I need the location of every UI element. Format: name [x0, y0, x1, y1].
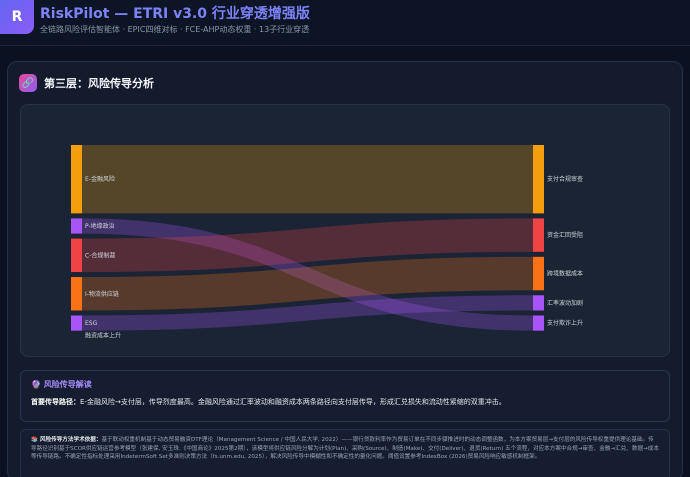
- sankey-label-source-0: E-金融风险: [85, 175, 115, 183]
- sankey-label-source-3: I-物流供应链: [85, 290, 119, 298]
- sankey-label-source-1: P-地缘政治: [85, 222, 115, 230]
- sankey-node-target-1[interactable]: [533, 218, 544, 252]
- sankey-chart: E-金融风险 P-地缘政治 C-合规制裁 I-物流供应链 ESG 支付合规审查资金汇回受阻…: [71, 145, 583, 340]
- sankey-node-source-1[interactable]: [71, 218, 82, 234]
- theory-text: 基于联动权重机制基于动态贸易融资DTF理论（Management Science…: [31, 437, 659, 461]
- sankey-label-target-0: 支付合规审查: [547, 175, 583, 183]
- interpretation-lead: 首要传导路径：: [31, 398, 80, 406]
- app-subtitle: 全链路风险评估智能体 · EPIC四维对标 · FCE-AHP动态权重 · 13…: [40, 25, 310, 34]
- interpretation-title: 🔮 风险传导解读: [31, 380, 92, 389]
- sankey-node-source-0[interactable]: [71, 145, 82, 214]
- app-title: RiskPilot — ETRI v3.0 行业穿透增强版: [40, 6, 310, 22]
- app-header: R RiskPilot — ETRI v3.0 行业穿透增强版 全链路风险评估智…: [0, 0, 690, 46]
- sankey-label-target-3: 汇率波动加剧: [547, 299, 583, 307]
- sankey-node-source-3[interactable]: [71, 277, 82, 311]
- sankey-link-0: [82, 145, 533, 214]
- theory-lead: 📚 风险传导方法学术依据：: [31, 437, 102, 443]
- interpretation-box: 🔮 风险传导解读 首要传导路径：E-金融风险→支付层，传导烈度最高。金融风险通过…: [20, 370, 670, 422]
- sankey-node-source-4[interactable]: [71, 315, 82, 331]
- sankey-label-source-2: C-合规制裁: [85, 251, 115, 259]
- theory-box: 📚 风险传导方法学术依据：基于联动权重机制基于动态贸易融资DTF理论（Manag…: [20, 429, 670, 477]
- risk-transmission-card: 🔗 第三层：风险传导分析 E-金融风险 P-地缘政治 C-合规制裁 I-物流供应链 ES…: [7, 61, 683, 477]
- sankey-label-source-4: ESG: [85, 320, 98, 327]
- app-logo[interactable]: R: [0, 0, 34, 34]
- section-title: 第三层：风险传导分析: [44, 77, 154, 90]
- sankey-label-target-4: 支付欺诈上升: [547, 319, 583, 327]
- sankey-extra-label: 融资成本上升: [85, 332, 121, 340]
- sankey-chart-panel: E-金融风险 P-地缘政治 C-合规制裁 I-物流供应链 ESG 支付合规审查 资金汇回受阻…: [20, 104, 670, 357]
- sankey-node-target-0[interactable]: [533, 145, 544, 214]
- sankey-node-target-4[interactable]: [533, 315, 544, 331]
- sankey-node-source-2[interactable]: [71, 238, 82, 273]
- link-icon: 🔗: [19, 74, 37, 92]
- interpretation-text: 首要传导路径：E-金融风险→支付层，传导烈度最高。金融风险通过汇率波动和融资成本…: [31, 397, 506, 407]
- sankey-label-target-2: 跨境数据成本: [547, 270, 583, 278]
- sankey-label-target-1: 资金汇回受阻: [547, 231, 583, 239]
- sankey-node-target-3[interactable]: [533, 295, 544, 311]
- interpretation-body: E-金融风险→支付层，传导烈度最高。金融风险通过汇率波动和融资成本两条路径向支付…: [80, 398, 506, 406]
- sankey-node-target-2[interactable]: [533, 256, 544, 291]
